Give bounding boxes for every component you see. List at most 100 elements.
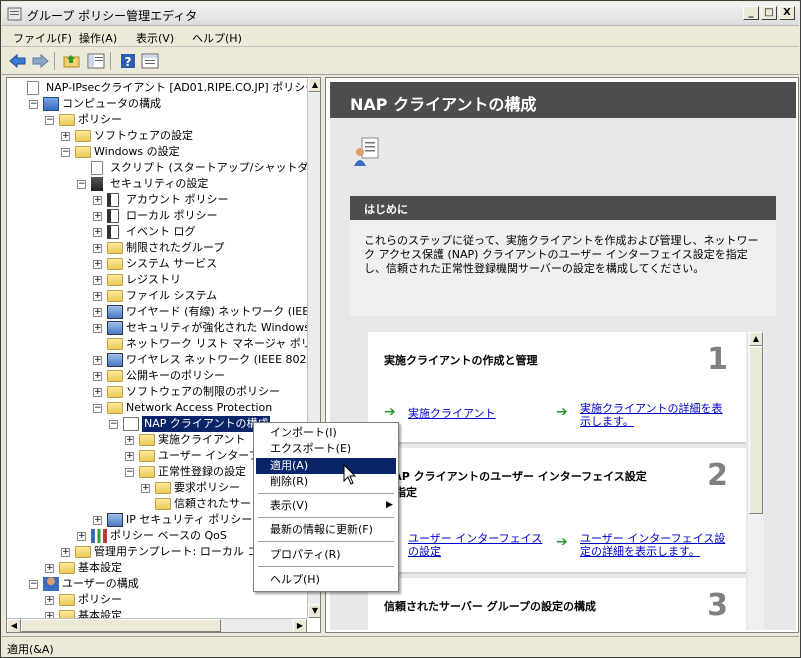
expand-icon[interactable]: + <box>93 260 102 269</box>
expand-icon[interactable]: + <box>93 356 102 365</box>
step-title: 信頼されたサーバー グループの設定の構成 <box>384 600 597 613</box>
doc-icon <box>27 81 39 95</box>
tree-node[interactable]: スクリプト (スタートアップ/シャットダウン) <box>7 160 307 176</box>
enforcement-details-link[interactable]: 実施クライアントの詳細を表示します。 <box>580 402 730 428</box>
expand-icon[interactable]: + <box>93 388 102 397</box>
menu-bar: ファイル(F) 操作(A) 表示(V) ヘルプ(H) <box>2 27 799 47</box>
step-title: NAP クライアントのユーザー インターフェイス設定の指定 <box>384 470 647 499</box>
steps-scrollbar[interactable]: ▲ <box>748 332 764 630</box>
tree-node[interactable]: + ソフトウェアの設定 <box>7 128 307 144</box>
collapse-icon[interactable]: − <box>77 180 86 189</box>
show-tree-icon[interactable] <box>86 52 106 70</box>
expand-icon[interactable]: + <box>93 276 102 285</box>
tree-node[interactable]: − ポリシー <box>7 112 307 128</box>
expand-icon[interactable]: + <box>93 308 102 317</box>
collapse-icon[interactable]: − <box>109 420 118 429</box>
scroll-left-button[interactable]: ◀ <box>7 619 21 632</box>
tree-node[interactable]: + 制限されたグループ <box>7 240 307 256</box>
menu-delete[interactable]: 削除(R) <box>256 474 396 490</box>
tree-horizontal-scrollbar[interactable]: ◀ ▶ <box>7 618 307 632</box>
horizontal-scroll-thumb[interactable] <box>21 619 221 632</box>
back-arrow-icon[interactable] <box>8 52 28 70</box>
tree-node[interactable]: + ワイヤレス ネットワーク (IEEE 802.11) : <box>7 352 307 368</box>
steps-scroll-up-button[interactable]: ▲ <box>749 332 763 346</box>
tree-node[interactable]: + イベント ログ <box>7 224 307 240</box>
tree-node[interactable]: + ポリシー <box>7 592 307 608</box>
scroll-up-button[interactable]: ▲ <box>308 78 320 92</box>
tree-node[interactable]: − セキュリティの設定 <box>7 176 307 192</box>
menu-view[interactable]: 表示(V) <box>136 30 174 46</box>
folder-icon <box>75 130 91 142</box>
expand-icon[interactable]: + <box>45 564 54 573</box>
collapse-icon[interactable]: − <box>29 580 38 589</box>
menu-separator <box>258 517 394 518</box>
expand-icon[interactable]: + <box>125 452 134 461</box>
menu-view-sub[interactable]: 表示(V) <box>256 498 396 514</box>
scroll-down-button[interactable]: ▼ <box>308 604 320 618</box>
tree-node[interactable]: − Network Access Protection <box>7 400 307 416</box>
tree-node[interactable]: + 基本設定 <box>7 608 307 618</box>
menu-refresh[interactable]: 最新の情報に更新(F) <box>256 522 396 538</box>
collapse-icon[interactable]: − <box>29 100 38 109</box>
expand-icon[interactable]: + <box>45 596 54 605</box>
expand-icon[interactable]: + <box>125 436 134 445</box>
expand-icon[interactable]: + <box>93 324 102 333</box>
collapse-icon[interactable]: − <box>125 468 134 477</box>
step-number: 2 <box>707 458 728 493</box>
expand-icon[interactable]: + <box>93 244 102 253</box>
tree-node[interactable]: + ソフトウェアの制限のポリシー <box>7 384 307 400</box>
tree-node[interactable]: + ローカル ポリシー <box>7 208 307 224</box>
tree-node[interactable]: + 公開キーのポリシー <box>7 368 307 384</box>
tree-node-label: Windows の設定 <box>94 145 180 158</box>
tree-node[interactable]: + レジストリ <box>7 272 307 288</box>
collapse-icon[interactable]: − <box>61 148 70 157</box>
tree-node[interactable]: NAP-IPsecクライアント [AD01.RIPE.CO.JP] ポリシー <box>7 80 307 96</box>
collapse-icon[interactable]: − <box>93 404 102 413</box>
steps-scroll-thumb[interactable] <box>749 346 763 514</box>
menu-export[interactable]: エクスポート(E) <box>256 441 396 457</box>
expand-icon[interactable]: + <box>93 292 102 301</box>
properties-pane-icon[interactable] <box>140 52 160 70</box>
expand-icon[interactable]: + <box>61 548 70 557</box>
expand-icon[interactable]: + <box>141 484 150 493</box>
expand-icon[interactable]: + <box>61 132 70 141</box>
expand-icon[interactable]: + <box>93 212 102 221</box>
menu-help[interactable]: ヘルプ(H) <box>192 30 242 46</box>
tree-node[interactable]: + システム サービス <box>7 256 307 272</box>
tree-node[interactable]: − コンピュータの構成 <box>7 96 307 112</box>
menu-file[interactable]: ファイル(F) <box>13 30 72 46</box>
expand-icon[interactable]: + <box>77 532 86 541</box>
folder-icon <box>75 546 91 558</box>
scroll-right-button[interactable]: ▶ <box>293 619 307 632</box>
maximize-button[interactable]: □ <box>761 6 777 20</box>
menu-import[interactable]: インポート(I) <box>256 425 396 441</box>
menu-action[interactable]: 操作(A) <box>79 30 117 46</box>
menu-properties[interactable]: プロパティ(R) <box>256 547 396 563</box>
up-folder-icon[interactable] <box>62 52 82 70</box>
tree-node[interactable]: + セキュリティが強化された Windows ファ <box>7 320 307 336</box>
enforcement-client-link[interactable]: 実施クライアント <box>408 407 496 420</box>
menu-help-item[interactable]: ヘルプ(H) <box>256 572 396 588</box>
ui-settings-details-link[interactable]: ユーザー インターフェイス設定の詳細を表示します。 <box>580 532 730 558</box>
menu-apply[interactable]: 適用(A) <box>256 458 396 474</box>
expand-icon[interactable]: + <box>93 196 102 205</box>
tree-node-label: アカウント ポリシー <box>126 193 229 206</box>
mouse-cursor-icon <box>343 464 357 485</box>
expand-icon[interactable]: + <box>93 372 102 381</box>
help-icon[interactable]: ? <box>118 52 138 70</box>
close-button[interactable]: X <box>779 6 795 20</box>
tree-node[interactable]: + アカウント ポリシー <box>7 192 307 208</box>
minimize-button[interactable]: _ <box>743 6 759 20</box>
tree-node-label: 基本設定 <box>78 561 122 574</box>
folder-icon <box>107 370 123 382</box>
tree-node[interactable]: + ワイヤード (有線) ネットワーク (IEEE 8 <box>7 304 307 320</box>
expand-icon[interactable]: + <box>93 516 102 525</box>
tree-node[interactable]: ネットワーク リスト マネージャ ポリシー <box>7 336 307 352</box>
expand-icon[interactable]: + <box>93 228 102 237</box>
collapse-icon[interactable]: − <box>45 116 54 125</box>
ui-settings-link[interactable]: ユーザー インターフェイスの設定 <box>408 532 548 558</box>
forward-arrow-icon[interactable] <box>30 52 50 70</box>
tree-node-label: コンピュータの構成 <box>62 97 161 110</box>
tree-node[interactable]: + ファイル システム <box>7 288 307 304</box>
tree-node[interactable]: − Windows の設定 <box>7 144 307 160</box>
